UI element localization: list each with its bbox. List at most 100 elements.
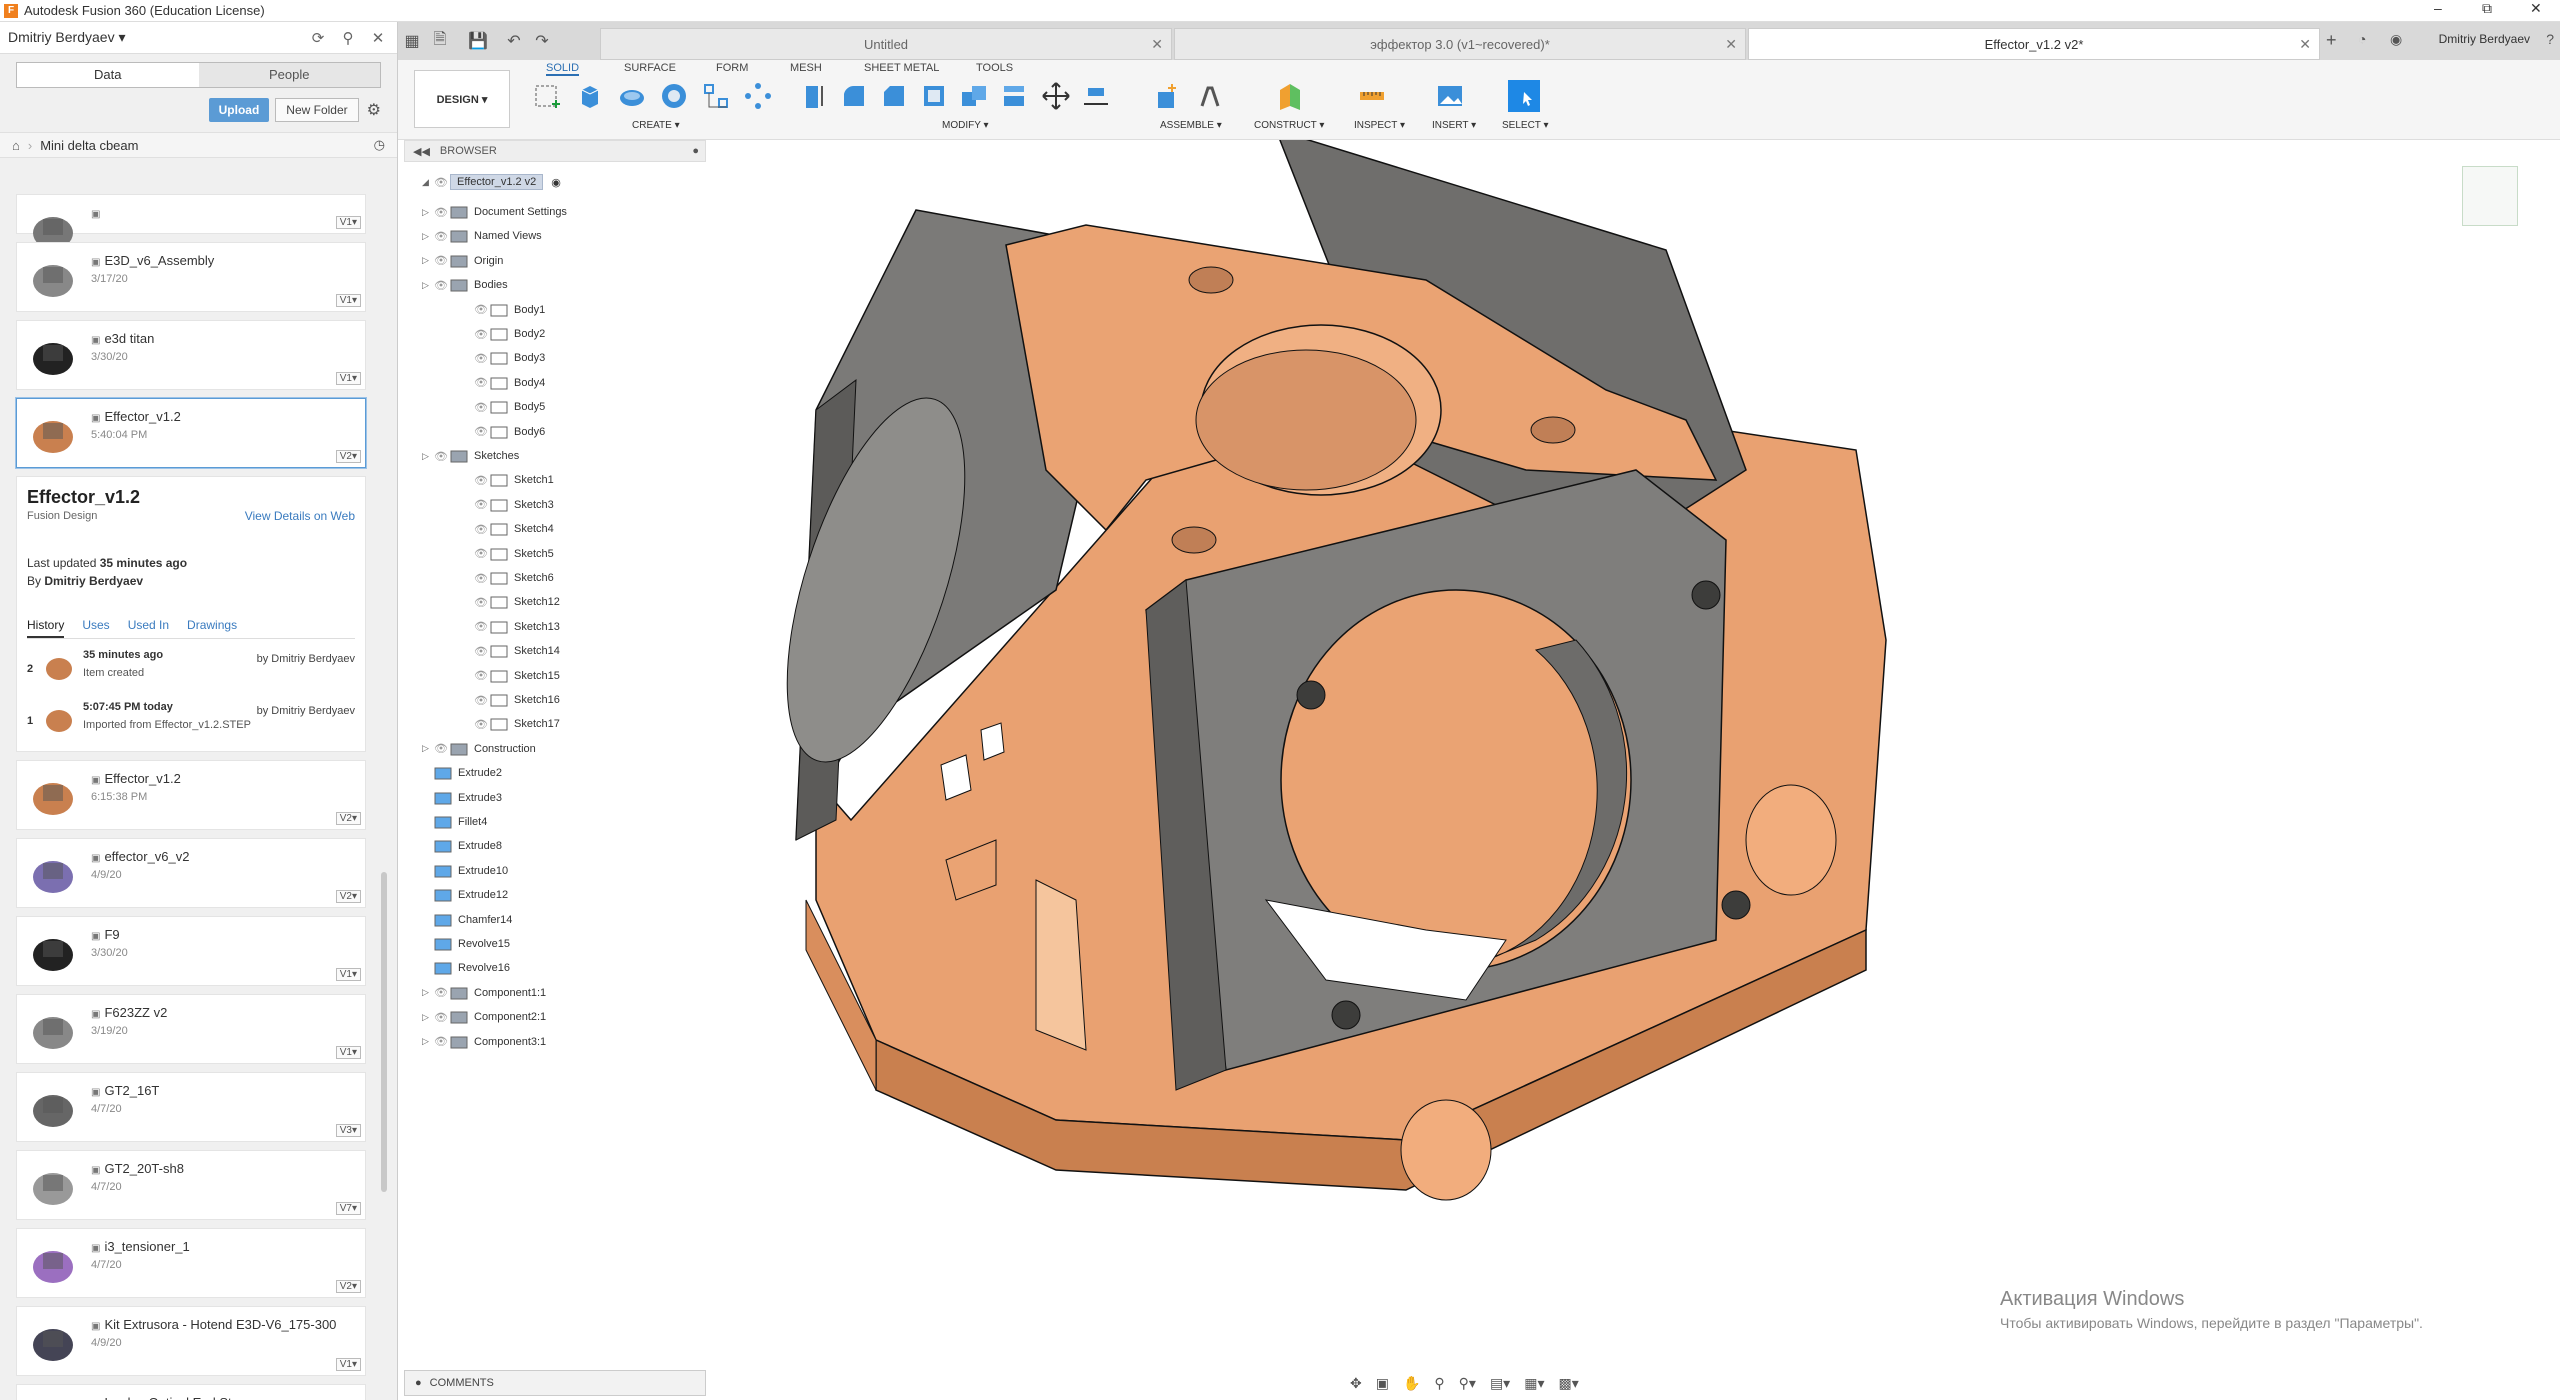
- visibility-eye-icon[interactable]: 👁: [434, 176, 450, 189]
- browser-node[interactable]: ▷ 👁 Component3:1: [422, 1032, 546, 1052]
- tab-untitled[interactable]: Untitled ✕: [600, 28, 1172, 60]
- effector-3d-model[interactable]: [706, 128, 2560, 1370]
- file-item[interactable]: i3_tensioner_1 4/7/20 V2▾: [16, 1228, 366, 1298]
- revolve-icon[interactable]: [616, 80, 648, 112]
- refresh-icon[interactable]: ⟳: [307, 29, 329, 47]
- visibility-eye-icon[interactable]: 👁: [474, 303, 490, 316]
- browser-root[interactable]: ◢ 👁 Effector_v1.2 v2 ◉: [422, 172, 561, 192]
- browser-node[interactable]: 👁 Body2: [462, 324, 545, 344]
- activate-radio-icon[interactable]: ◉: [551, 176, 561, 189]
- share-globe-icon[interactable]: ◷: [374, 137, 385, 153]
- file-item[interactable]: Kit Extrusora - Hotend E3D-V6_175-300 4/9…: [16, 1306, 366, 1376]
- expand-triangle-icon[interactable]: ▷: [422, 1036, 434, 1047]
- undo-icon[interactable]: ↶: [500, 31, 528, 51]
- browser-node[interactable]: Extrude2: [422, 763, 502, 783]
- press-pull-icon[interactable]: [798, 80, 830, 112]
- history-entry[interactable]: 1 5:07:45 PM today Imported from Effector_…: [27, 701, 355, 743]
- file-item[interactable]: GT2_20T-sh8 4/7/20 V7▾: [16, 1150, 366, 1220]
- visibility-eye-icon[interactable]: 👁: [434, 230, 450, 243]
- details-tab[interactable]: Used In: [128, 618, 169, 638]
- insert-image-icon[interactable]: [1434, 80, 1466, 112]
- select-icon[interactable]: [1508, 80, 1540, 112]
- construct-menu[interactable]: CONSTRUCT ▾: [1254, 120, 1324, 131]
- version-dropdown[interactable]: V2▾: [335, 1280, 361, 1293]
- user-menu[interactable]: Dmitriy Berdyaev ▾: [8, 29, 299, 46]
- modify-menu[interactable]: MODIFY ▾: [942, 120, 989, 131]
- visibility-eye-icon[interactable]: 👁: [474, 669, 490, 682]
- close-window-icon[interactable]: ✕: [2530, 0, 2542, 17]
- look-at-icon[interactable]: ▣: [1376, 1375, 1389, 1392]
- comments-toggle-icon[interactable]: ●: [415, 1377, 422, 1389]
- close-tab-icon[interactable]: ✕: [1151, 36, 1163, 53]
- chamfer-icon[interactable]: [878, 80, 910, 112]
- file-menu-icon[interactable]: 🗎: [426, 28, 454, 55]
- browser-node[interactable]: 👁 Sketch14: [462, 641, 560, 661]
- canvas-viewport[interactable]: [706, 128, 2560, 1370]
- zoom-icon[interactable]: ⚲: [1434, 1375, 1444, 1392]
- browser-node[interactable]: 👁 Sketch4: [462, 519, 554, 539]
- offset-face-icon[interactable]: [998, 80, 1030, 112]
- visibility-eye-icon[interactable]: 👁: [474, 572, 490, 585]
- new-component-icon[interactable]: [1150, 80, 1182, 112]
- browser-node[interactable]: ▷ 👁 Document Settings: [422, 202, 567, 222]
- browser-node[interactable]: 👁 Sketch16: [462, 690, 560, 710]
- upload-button[interactable]: Upload: [208, 98, 270, 122]
- insert-menu[interactable]: INSERT ▾: [1432, 120, 1476, 131]
- file-item[interactable]: Effector_v1.2 5:40:04 PM V2▾: [16, 398, 366, 468]
- visibility-eye-icon[interactable]: 👁: [434, 986, 450, 999]
- assemble-menu[interactable]: ASSEMBLE ▾: [1160, 120, 1222, 131]
- browser-node[interactable]: 👁 Body5: [462, 397, 545, 417]
- tab-people[interactable]: People: [198, 63, 380, 87]
- visibility-eye-icon[interactable]: 👁: [434, 279, 450, 292]
- browser-node[interactable]: ▷ 👁 Component2:1: [422, 1007, 546, 1027]
- file-item[interactable]: effector_v6_v2 4/9/20 V2▾: [16, 838, 366, 908]
- file-item[interactable]: Lerdge Optical End Stop: [16, 1384, 366, 1400]
- close-tab-icon[interactable]: ✕: [1725, 36, 1737, 53]
- data-panel-scrollbar[interactable]: [381, 872, 387, 1192]
- version-dropdown[interactable]: V1▾: [335, 1358, 361, 1371]
- browser-node[interactable]: Extrude8: [422, 836, 502, 856]
- tab-solid[interactable]: SOLID: [546, 62, 580, 76]
- visibility-eye-icon[interactable]: 👁: [474, 620, 490, 633]
- expand-triangle-icon[interactable]: ▷: [422, 743, 434, 754]
- version-dropdown[interactable]: V1▾: [335, 294, 361, 307]
- app-grid-icon[interactable]: ▦: [398, 31, 426, 51]
- browser-node[interactable]: 👁 Sketch5: [462, 544, 554, 564]
- visibility-eye-icon[interactable]: 👁: [474, 694, 490, 707]
- browser-node[interactable]: Revolve16: [422, 958, 510, 978]
- offset-plane-icon[interactable]: [1274, 80, 1306, 112]
- visibility-eye-icon[interactable]: 👁: [434, 206, 450, 219]
- history-entry[interactable]: 2 35 minutes ago Item created by Dmitriy Be…: [27, 649, 355, 691]
- visibility-eye-icon[interactable]: 👁: [434, 450, 450, 463]
- details-tab[interactable]: Uses: [82, 618, 109, 638]
- tab-sheet-metal[interactable]: SHEET METAL: [864, 62, 939, 74]
- select-menu[interactable]: SELECT ▾: [1502, 120, 1549, 131]
- display-settings-icon[interactable]: ▤▾: [1490, 1375, 1510, 1392]
- expand-triangle-icon[interactable]: ▷: [422, 987, 434, 998]
- browser-node[interactable]: Extrude10: [422, 861, 508, 881]
- version-dropdown[interactable]: V1▾: [335, 1046, 361, 1059]
- view-cube[interactable]: [2462, 166, 2518, 226]
- version-dropdown[interactable]: V2▾: [335, 812, 361, 825]
- measure-icon[interactable]: [1356, 80, 1388, 112]
- visibility-eye-icon[interactable]: 👁: [474, 352, 490, 365]
- create-menu[interactable]: CREATE ▾: [632, 120, 680, 131]
- minimize-icon[interactable]: –: [2434, 0, 2442, 16]
- file-item[interactable]: E3D_v6_Assembly 3/17/20 V1▾: [16, 242, 366, 312]
- browser-node[interactable]: ▷ 👁 Bodies: [422, 275, 508, 295]
- visibility-eye-icon[interactable]: 👁: [434, 1035, 450, 1048]
- shell-icon[interactable]: [918, 80, 950, 112]
- view-details-link[interactable]: View Details on Web: [245, 509, 355, 523]
- tab-mesh[interactable]: MESH: [790, 62, 822, 74]
- browser-node[interactable]: Extrude12: [422, 885, 508, 905]
- browser-node[interactable]: ▷ 👁 Sketches: [422, 446, 519, 466]
- fillet-icon[interactable]: [838, 80, 870, 112]
- inspect-menu[interactable]: INSPECT ▾: [1354, 120, 1405, 131]
- version-dropdown[interactable]: V1▾: [335, 372, 361, 385]
- expand-triangle-icon[interactable]: ▷: [422, 1012, 434, 1023]
- extrude-icon[interactable]: [574, 80, 606, 112]
- browser-options-icon[interactable]: ●: [692, 145, 699, 157]
- combine-icon[interactable]: [958, 80, 990, 112]
- restore-icon[interactable]: ⧉: [2482, 0, 2492, 17]
- search-icon[interactable]: ⚲: [337, 29, 359, 47]
